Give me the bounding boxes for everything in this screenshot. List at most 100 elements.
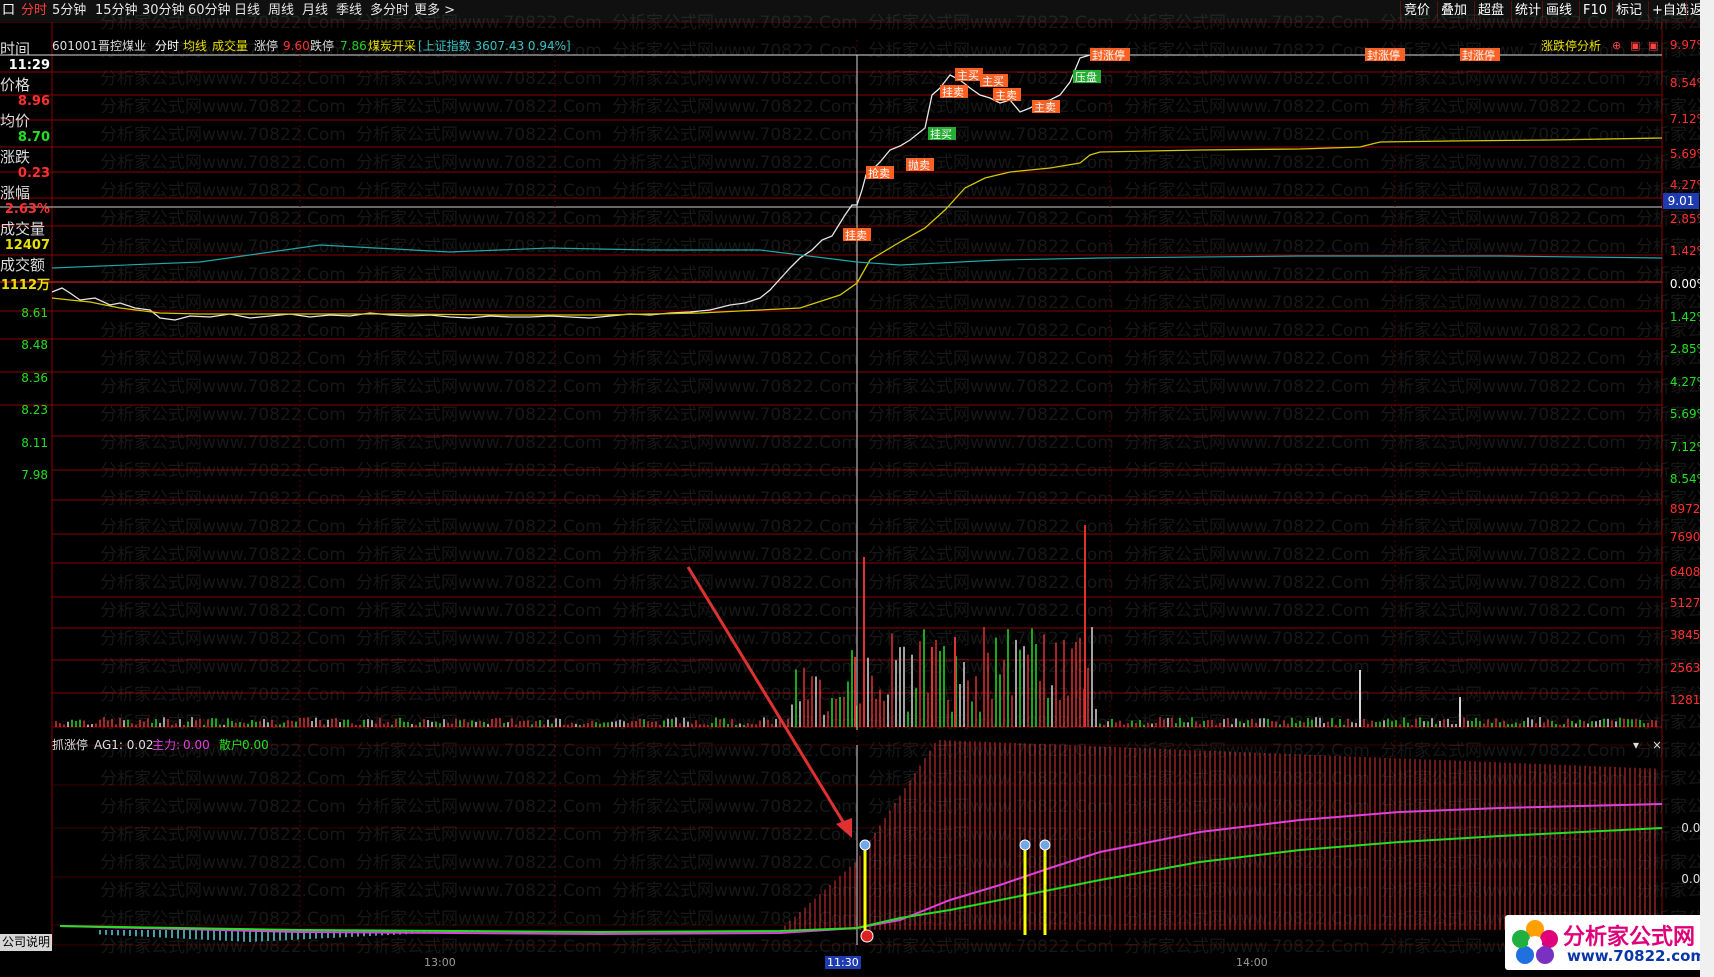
avg-label: 均价 <box>0 112 31 130</box>
watermark-text: 分析家公式网www.70822.Com <box>1380 573 1626 593</box>
watermark-text: 分析家公式网www.70822.Com <box>868 545 1114 565</box>
watermark-text: 分析家公式网www.70822.Com <box>100 545 346 565</box>
vol-label: 成交量 <box>0 220 46 238</box>
price-tick: 8.61 <box>21 306 48 320</box>
limit-up-label: 涨停 <box>254 39 279 53</box>
watermark-text: 分析家公式网www.70822.Com <box>612 909 858 929</box>
vertical-scrollbar[interactable] <box>1700 0 1714 977</box>
watermark-text: 分析家公式网www.70822.Com <box>356 321 602 341</box>
watermark-text: 分析家公式网www.70822.Com <box>356 377 602 397</box>
collapse-icon[interactable]: ▣ <box>1630 38 1640 54</box>
index-quote[interactable]: [上证指数 3607.43 0.94%] <box>418 38 571 54</box>
logo-url: www.70822.com <box>1567 947 1707 965</box>
watermark-text: 分析家公式网www.70822.Com <box>1636 797 1700 817</box>
watermark-text: 分析家公式网www.70822.Com <box>612 237 858 257</box>
watermark-text: 分析家公式网www.70822.Com <box>1124 125 1370 145</box>
watermark-text: 分析家公式网www.70822.Com <box>1380 69 1626 89</box>
x-label: 13:00 <box>424 956 456 969</box>
watermark-text: 分析家公式网www.70822.Com <box>612 433 858 453</box>
chevron-down-icon[interactable]: ▾ <box>1633 737 1639 753</box>
watermark-text: 分析家公式网www.70822.Com <box>612 573 858 593</box>
watermark-text: 分析家公式网www.70822.Com <box>356 125 602 145</box>
watermark-text: 分析家公式网www.70822.Com <box>1124 825 1370 845</box>
watermark-text: 分析家公式网www.70822.Com <box>868 349 1114 369</box>
watermark-text: 分析家公式网www.70822.Com <box>100 881 346 901</box>
watermark-text: 分析家公式网www.70822.Com <box>612 937 858 957</box>
watermark-text: 分析家公式网www.70822.Com <box>356 629 602 649</box>
watermark-text: 分析家公式网www.70822.Com <box>1636 713 1700 733</box>
watermark-text: 分析家公式网www.70822.Com <box>1124 713 1370 733</box>
watermark-text: 分析家公式网www.70822.Com <box>868 937 1114 957</box>
watermark-text: 分析家公式网www.70822.Com <box>100 461 346 481</box>
indicator-name[interactable]: 抓涨停 <box>52 737 88 753</box>
watermark-text: 分析家公式网www.70822.Com <box>100 265 346 285</box>
watermark-text: 分析家公式网www.70822.Com <box>100 713 346 733</box>
maximize-icon[interactable]: ▣ <box>1648 38 1658 54</box>
company-info-button[interactable]: 公司说明 <box>0 934 53 951</box>
watermark-text: 分析家公式网www.70822.Com <box>1380 237 1626 257</box>
watermark-text: 分析家公式网www.70822.Com <box>612 209 858 229</box>
watermark-text: 分析家公式网www.70822.Com <box>100 209 346 229</box>
watermark-text: 分析家公式网www.70822.Com <box>1124 853 1370 873</box>
watermark-text: 分析家公式网www.70822.Com <box>356 209 602 229</box>
watermark-text: 分析家公式网www.70822.Com <box>1124 405 1370 425</box>
watermark-text: 分析家公式网www.70822.Com <box>868 909 1114 929</box>
watermark-text: 分析家公式网www.70822.Com <box>356 573 602 593</box>
close-icon[interactable]: × <box>1652 737 1662 753</box>
watermark-text: 分析家公式网www.70822.Com <box>868 797 1114 817</box>
watermark-text: 分析家公式网www.70822.Com <box>612 769 858 789</box>
watermark-text: 分析家公式网www.70822.Com <box>612 293 858 313</box>
watermark-text: 分析家公式网www.70822.Com <box>612 405 858 425</box>
watermark-text: 分析家公式网www.70822.Com <box>356 153 602 173</box>
watermark-text: 分析家公式网www.70822.Com <box>612 853 858 873</box>
watermark-text: 分析家公式网www.70822.Com <box>1124 517 1370 537</box>
price-label: 价格 <box>0 76 31 94</box>
settings-icon[interactable]: ⊕ <box>1612 38 1621 54</box>
watermark-text: 分析家公式网www.70822.Com <box>1124 153 1370 173</box>
watermark-text: 分析家公式网www.70822.Com <box>1380 461 1626 481</box>
watermark-text: 分析家公式网www.70822.Com <box>356 601 602 621</box>
time-value: 11:29 <box>8 58 50 73</box>
watermark-text: 分析家公式网www.70822.Com <box>1380 97 1626 117</box>
watermark-text: 分析家公式网www.70822.Com <box>1380 321 1626 341</box>
watermark-text: 分析家公式网www.70822.Com <box>612 545 858 565</box>
watermark-text: 分析家公式网www.70822.Com <box>612 741 858 761</box>
watermark-text: 分析家公式网www.70822.Com <box>612 377 858 397</box>
watermark-text: 分析家公式网www.70822.Com <box>868 601 1114 621</box>
chart-canvas: 挂卖抢卖抛卖挂买挂卖主买 主买主卖主卖压盘封涨停 封涨停 封涨停分析家公式网www.7… <box>0 13 1700 957</box>
watermark-text: 分析家公式网www.70822.Com <box>100 769 346 789</box>
watermark-text: 分析家公式网www.70822.Com <box>356 657 602 677</box>
retail-value: 0.00 <box>242 738 269 752</box>
watermark-text: 分析家公式网www.70822.Com <box>868 97 1114 117</box>
watermark-text: 分析家公式网www.70822.Com <box>356 237 602 257</box>
current-price-tag: 9.01 <box>1663 193 1699 209</box>
watermark-text: 分析家公式网www.70822.Com <box>1380 713 1626 733</box>
watermark-text: 分析家公式网www.70822.Com <box>356 909 602 929</box>
change-label: 涨跌 <box>0 148 31 166</box>
watermark-text: 分析家公式网www.70822.Com <box>1636 125 1700 145</box>
limit-up-value: 9.60 <box>283 39 310 53</box>
avg-line-label[interactable]: 均线 <box>183 38 207 54</box>
watermark-text: 分析家公式网www.70822.Com <box>1380 349 1626 369</box>
sector-label[interactable]: 煤炭开采 <box>368 38 416 54</box>
watermark-text: 分析家公式网www.70822.Com <box>356 713 602 733</box>
watermark-text: 分析家公式网www.70822.Com <box>1636 853 1700 873</box>
watermark-text: 分析家公式网www.70822.Com <box>1380 741 1626 761</box>
watermark-text: 分析家公式网www.70822.Com <box>612 629 858 649</box>
limit-analysis-label[interactable]: 涨跌停分析 <box>1541 38 1601 54</box>
watermark-text: 分析家公式网www.70822.Com <box>868 741 1114 761</box>
watermark-text: 分析家公式网www.70822.Com <box>100 237 346 257</box>
watermark-text: 分析家公式网www.70822.Com <box>868 377 1114 397</box>
watermark-text: 分析家公式网www.70822.Com <box>356 69 602 89</box>
watermark-text: 分析家公式网www.70822.Com <box>868 629 1114 649</box>
watermark-text: 分析家公式网www.70822.Com <box>1636 741 1700 761</box>
watermark-text: 分析家公式网www.70822.Com <box>1124 769 1370 789</box>
avg-value: 8.70 <box>17 130 50 145</box>
watermark-text: 分析家公式网www.70822.Com <box>356 461 602 481</box>
watermark-text: 分析家公式网www.70822.Com <box>1380 881 1626 901</box>
site-logo: 分析家公式网 www.70822.com <box>1505 915 1707 970</box>
volume-label[interactable]: 成交量 <box>212 38 248 54</box>
stock-code: 601001 <box>52 39 98 53</box>
change-value: 0.23 <box>17 166 50 181</box>
watermark-text: 分析家公式网www.70822.Com <box>1124 685 1370 705</box>
